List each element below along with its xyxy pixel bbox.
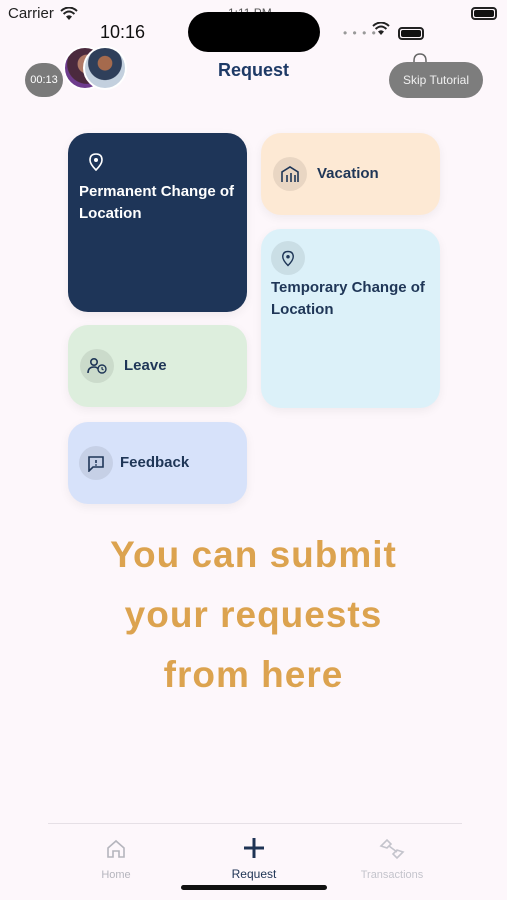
carrier-label: Carrier (8, 5, 54, 22)
tab-transactions[interactable]: Transactions (332, 838, 452, 881)
tab-request[interactable]: Request (194, 836, 314, 881)
card-temporary-change-of-location[interactable]: Temporary Change of Location (261, 229, 440, 408)
tab-label: Home (101, 869, 131, 881)
card-label: Permanent Change of Location (79, 183, 235, 222)
card-feedback[interactable]: Feedback (68, 422, 247, 504)
plus-icon (244, 838, 264, 858)
card-label: Temporary Change of Location (271, 279, 425, 318)
person-clock-icon (87, 357, 107, 374)
card-label: Vacation (317, 165, 379, 182)
building-icon (281, 166, 299, 182)
tcl-icon-wrap (271, 241, 305, 275)
battery-icon (471, 7, 497, 20)
tab-label: Transactions (360, 869, 424, 881)
tutorial-message: You can submit your requests from here (0, 525, 507, 705)
status-time: 10:16 (100, 22, 146, 42)
card-leave[interactable]: Leave (68, 325, 247, 407)
battery-icon (398, 27, 424, 40)
tutorial-line: You can submit (110, 534, 397, 575)
tab-label: Request (231, 867, 277, 881)
vacation-icon-wrap (273, 157, 307, 191)
home-icon (107, 839, 125, 858)
location-pin-icon (89, 153, 103, 171)
card-permanent-change-of-location[interactable]: Permanent Change of Location (68, 133, 247, 312)
tab-home[interactable]: Home (56, 838, 176, 881)
card-label: Leave (124, 357, 167, 374)
leave-icon-wrap (80, 349, 114, 383)
feedback-icon (88, 455, 104, 472)
home-indicator (181, 885, 327, 890)
wifi-icon (60, 6, 78, 20)
tutorial-line: your requests (124, 594, 383, 635)
tutorial-line: from here (163, 654, 344, 695)
feedback-icon-wrap (79, 446, 113, 480)
card-label: Feedback (120, 454, 190, 471)
nav-divider (48, 823, 462, 824)
card-vacation[interactable]: Vacation (261, 133, 440, 215)
transfer-icon (379, 838, 405, 860)
location-pin-icon (282, 250, 294, 266)
carrier-status: Carrier (8, 5, 78, 22)
skip-tutorial-button[interactable]: Skip Tutorial (389, 62, 483, 98)
dynamic-island (188, 12, 320, 52)
wifi-icon (372, 22, 390, 35)
